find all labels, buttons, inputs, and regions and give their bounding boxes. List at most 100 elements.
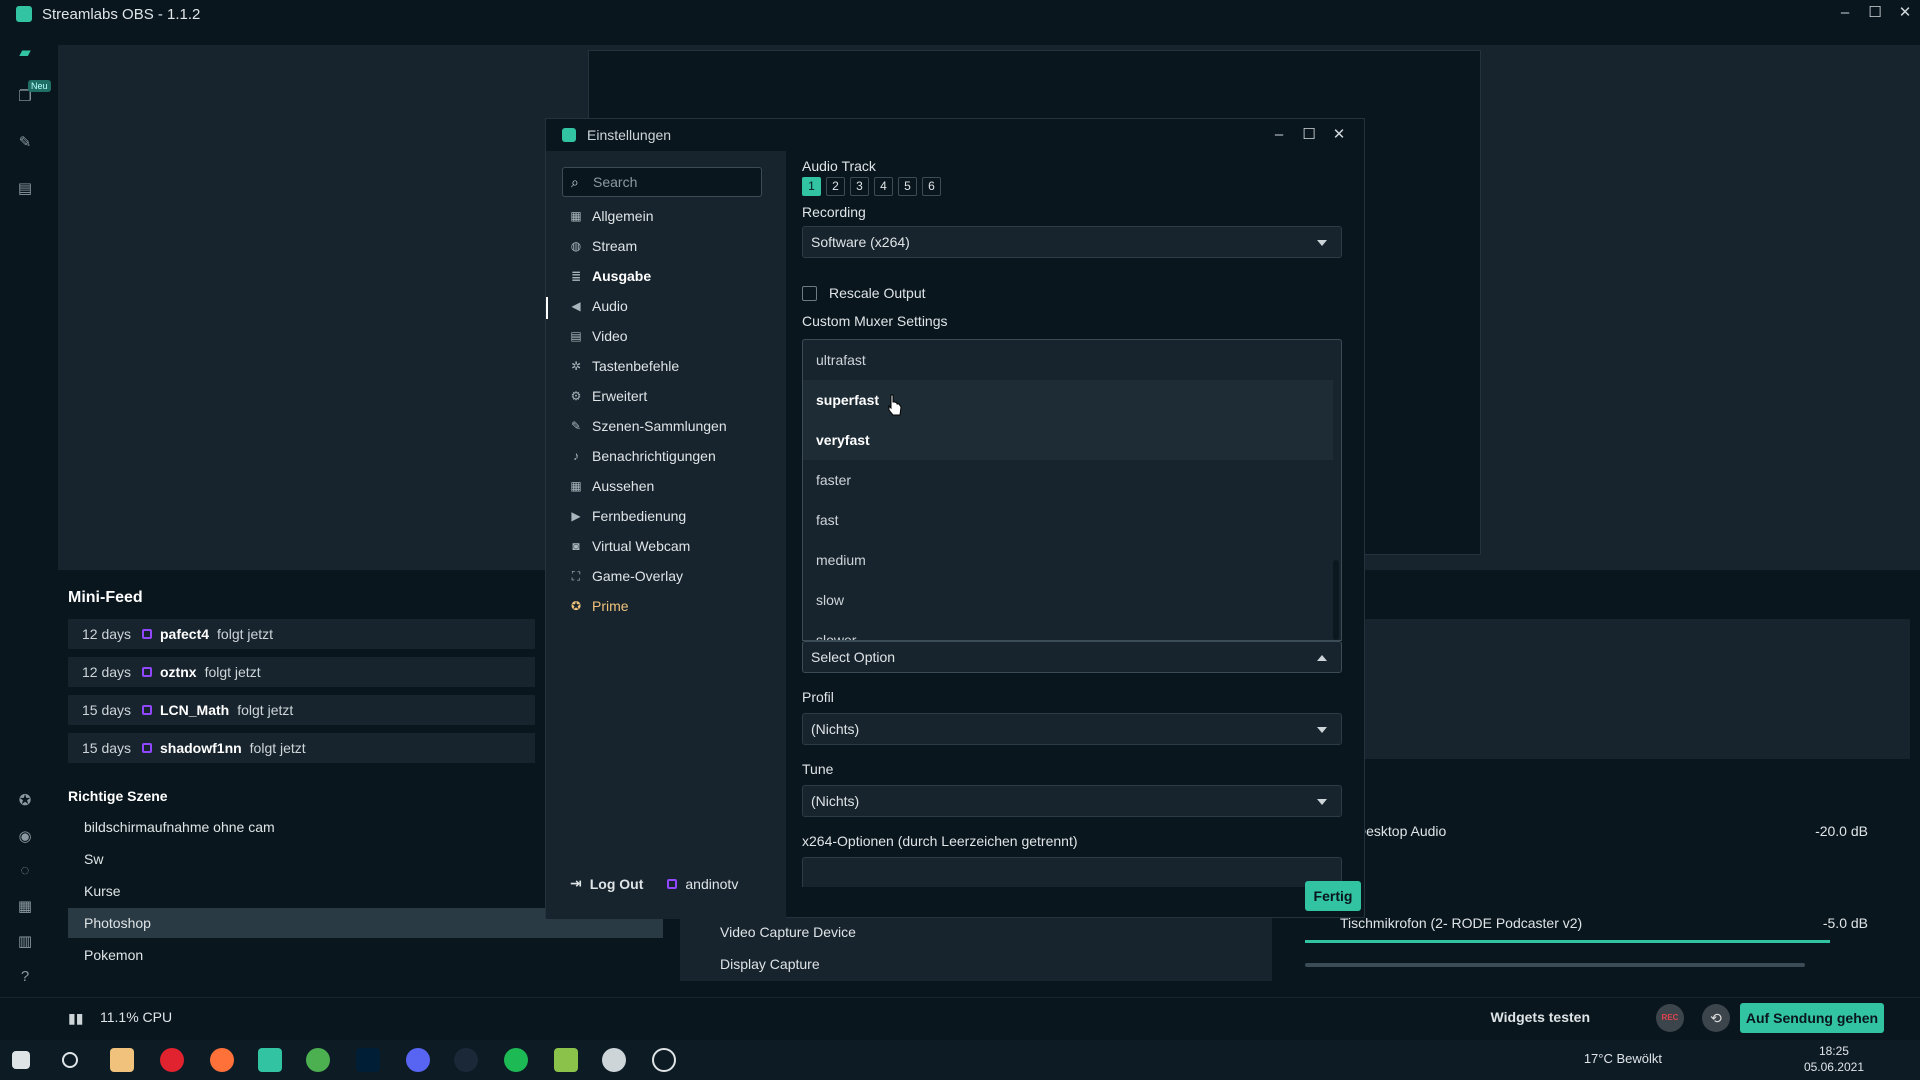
nav-item-virtual-webcam[interactable]: ◙ Virtual Webcam: [568, 535, 690, 557]
preset-option[interactable]: medium: [803, 540, 1333, 580]
scene-item[interactable]: Pokemon: [68, 940, 663, 970]
overlay-icon: ⛶: [571, 568, 581, 583]
help-icon[interactable]: ?: [16, 968, 34, 986]
close-button[interactable]: ✕: [1890, 0, 1920, 28]
chevron-down-icon: [1317, 240, 1327, 246]
feed-row[interactable]: 15 days LCN_Math folgt jetzt: [68, 695, 535, 725]
recording-encoder-select[interactable]: Software (x264): [802, 226, 1342, 258]
nav-item-benachrichtigungen[interactable]: ♪ Benachrichtigungen: [568, 445, 716, 467]
preset-option-selected[interactable]: veryfast: [803, 420, 1333, 460]
track-4-toggle[interactable]: 4: [874, 177, 893, 196]
rescale-output-row[interactable]: Rescale Output: [802, 285, 926, 301]
preset-option[interactable]: faster: [803, 460, 1333, 500]
store-icon[interactable]: ▤: [16, 180, 34, 198]
opera-icon[interactable]: [160, 1048, 184, 1072]
search-icon[interactable]: [62, 1052, 78, 1068]
feed-row[interactable]: 15 days shadowf1nn folgt jetzt: [68, 733, 535, 763]
nav-label: Szenen-Sammlungen: [592, 418, 727, 434]
track-1-toggle[interactable]: 1: [802, 177, 821, 196]
search-input[interactable]: [593, 174, 753, 190]
active-nav-indicator: [546, 297, 548, 319]
replay-buffer-button[interactable]: ⟲: [1702, 1004, 1730, 1032]
volume-meter: [1305, 940, 1830, 943]
discord-icon[interactable]: [406, 1048, 430, 1072]
app-icon[interactable]: [554, 1048, 578, 1072]
dropdown-scrollbar[interactable]: [1333, 340, 1339, 640]
source-item[interactable]: Display Capture: [680, 949, 1272, 979]
chat-icon[interactable]: ◌: [16, 862, 34, 880]
nav-item-video[interactable]: ▤ Video: [568, 325, 627, 347]
library-icon[interactable]: ▥: [16, 933, 34, 951]
obs-icon[interactable]: [652, 1048, 676, 1072]
preset-option[interactable]: slower: [803, 620, 1333, 640]
prime-icon[interactable]: ✪: [16, 792, 34, 810]
firefox-icon[interactable]: [210, 1048, 234, 1072]
photoshop-icon[interactable]: [356, 1048, 380, 1072]
feed-row[interactable]: 12 days oztnx folgt jetzt: [68, 657, 535, 687]
weather-widget[interactable]: 17°C Bewölkt: [1584, 1051, 1662, 1066]
editor-icon[interactable]: ▰: [16, 44, 34, 62]
dashboard-icon[interactable]: ◉: [16, 828, 34, 846]
preset-option[interactable]: fast: [803, 500, 1333, 540]
apps-icon[interactable]: ▦: [16, 898, 34, 916]
dialog-titlebar: Einstellungen – ☐ ✕: [546, 119, 1366, 151]
app-icon[interactable]: [602, 1048, 626, 1072]
track-2-toggle[interactable]: 2: [826, 177, 845, 196]
tune-select[interactable]: (Nichts): [802, 785, 1342, 817]
nav-item-game-overlay[interactable]: ⛶ Game-Overlay: [568, 565, 683, 587]
nav-item-aussehen[interactable]: ▦ Aussehen: [568, 475, 654, 497]
source-item[interactable]: Video Capture Device: [680, 917, 1272, 947]
record-button[interactable]: REC: [1656, 1004, 1684, 1032]
scene-collection-header[interactable]: Richtige Szene: [68, 788, 168, 804]
nav-item-fernbedienung[interactable]: ▶ Fernbedienung: [568, 505, 686, 527]
track-6-toggle[interactable]: 6: [922, 177, 941, 196]
tune-label: Tune: [802, 761, 834, 777]
windows-start-icon[interactable]: [12, 1051, 30, 1069]
nav-item-prime[interactable]: ✪ Prime: [568, 595, 629, 617]
feed-row[interactable]: 12 days pafect4 folgt jetzt: [68, 619, 535, 649]
nav-item-szenen-sammlungen[interactable]: ✎ Szenen-Sammlungen: [568, 415, 727, 437]
chrome-icon[interactable]: [306, 1048, 330, 1072]
camera-icon: ◙: [572, 539, 580, 553]
close-button[interactable]: ✕: [1324, 123, 1354, 147]
x264-options-input[interactable]: [802, 857, 1342, 887]
maximize-button[interactable]: ☐: [1294, 123, 1324, 147]
done-button[interactable]: Fertig: [1305, 881, 1361, 911]
stats-icon[interactable]: ▮▮: [68, 1010, 83, 1027]
preset-option-hovered[interactable]: superfast: [803, 380, 1333, 420]
minimize-button[interactable]: –: [1264, 123, 1294, 147]
layers-icon: ≣: [570, 269, 582, 283]
preset-select[interactable]: Select Option: [802, 641, 1342, 673]
maximize-button[interactable]: ☐: [1860, 0, 1890, 28]
volume-slider[interactable]: [1305, 963, 1805, 967]
nav-item-stream[interactable]: ◍ Stream: [568, 235, 637, 257]
nav-item-erweitert[interactable]: ⚙ Erweitert: [568, 385, 648, 407]
spotify-icon[interactable]: [504, 1048, 528, 1072]
test-widgets-button[interactable]: Widgets testen: [1491, 1009, 1590, 1025]
rescale-checkbox[interactable]: [802, 285, 817, 301]
logout-button[interactable]: Log Out: [590, 876, 644, 892]
scrollbar-thumb[interactable]: [1333, 560, 1339, 640]
file-explorer-icon[interactable]: [110, 1048, 134, 1072]
nav-item-ausgabe[interactable]: ≣ Ausgabe: [568, 265, 651, 287]
settings-search[interactable]: ⌕: [562, 167, 762, 197]
minimize-button[interactable]: –: [1830, 0, 1860, 28]
feed-days: 15 days: [82, 740, 132, 756]
preset-option[interactable]: slow: [803, 580, 1333, 620]
nav-item-allgemein[interactable]: ▦ Allgemein: [568, 205, 653, 227]
feed-action: folgt jetzt: [217, 626, 274, 642]
track-3-toggle[interactable]: 3: [850, 177, 869, 196]
streamlabs-taskbar-icon[interactable]: [258, 1048, 282, 1072]
profile-select[interactable]: (Nichts): [802, 713, 1342, 745]
themes-icon[interactable]: ✎: [16, 134, 34, 152]
dialog-controls: – ☐ ✕: [1264, 123, 1354, 147]
nav-item-tastenbefehle[interactable]: ✲ Tastenbefehle: [568, 355, 679, 377]
preset-dropdown-list: ultrafast superfast veryfast faster fast…: [802, 339, 1342, 641]
steam-icon[interactable]: [454, 1048, 478, 1072]
taskbar-clock[interactable]: 18:25 05.06.2021: [1804, 1043, 1864, 1075]
go-live-button[interactable]: Auf Sendung gehen: [1740, 1003, 1884, 1033]
logout-area: ⇥ Log Out andinotv: [570, 875, 738, 892]
nav-item-audio[interactable]: ◀ Audio: [568, 295, 627, 317]
preset-option[interactable]: ultrafast: [803, 340, 1333, 380]
track-5-toggle[interactable]: 5: [898, 177, 917, 196]
